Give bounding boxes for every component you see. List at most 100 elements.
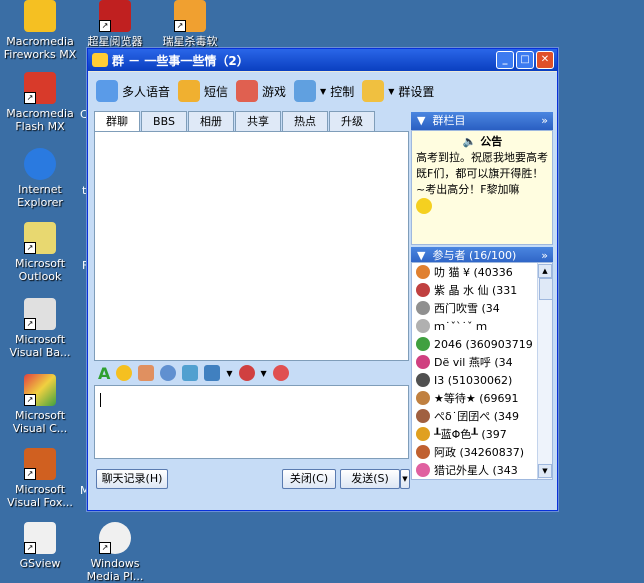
member-name: ★等待★ (69691 [434,392,519,405]
desktop-icon-vb[interactable]: ↗ Microsoft Visual Ba... [2,298,78,359]
desktop-icon-label: Microsoft Visual Ba... [9,333,71,359]
desktop-icon-label: Microsoft Visual C... [12,409,68,435]
member-row[interactable]: 西门吹雪 (34 [412,299,552,317]
close-button[interactable]: ✕ [536,51,554,69]
control-button[interactable]: ▼ 控制 [294,80,354,102]
shake-icon[interactable] [272,365,289,381]
desktop-icon-label: GSview [19,557,61,570]
foxpro-icon: ↗ [24,448,56,480]
voice-chat-button[interactable]: 多人语音 [96,80,170,102]
internet-explorer-icon [24,148,56,180]
flash-icon: ↗ [24,72,56,104]
desktop-icon-label: Microsoft Outlook [14,257,66,283]
sms-button[interactable]: 短信 [178,80,228,102]
maximize-button[interactable]: □ [516,51,534,69]
member-row[interactable]: ぺδ˙囝囝ぺ (349 [412,407,552,425]
member-name: ｍ˙ˇˋ˙ˇ ｍ [434,320,487,333]
toolbar: 多人语音 短信 游戏 ▼ 控制 ▼ 群设置 [88,72,557,110]
member-name: 叻 猫 ¥ (40336 [434,266,513,279]
desktop-icon-flash[interactable]: ↗ Macromedia Flash MX [2,72,78,133]
fireworks-icon [24,0,56,32]
desktop-icon-label: Windows Media Pl... [86,557,144,583]
member-name: 西门吹雪 (34 [434,302,500,315]
tool-label: 多人语音 [122,84,171,99]
group-panel-header[interactable]: ▼ 群栏目» [411,112,553,130]
desktop-icon-fireworks[interactable]: Macromedia Fireworks MX [2,0,78,61]
member-row[interactable]: Dë vil 燕呼 (34 [412,353,552,371]
close-chat-button[interactable]: 关闭(C) [282,469,336,489]
scroll-up-icon[interactable]: ▲ [538,264,552,278]
avatar-icon [416,319,430,333]
member-scrollbar[interactable]: ▲ ▼ [537,263,552,479]
tab-album[interactable]: 相册 [188,111,234,131]
desktop-icon-media-player[interactable]: ↗ Windows Media Pl... [77,522,153,583]
users-icon[interactable] [138,365,155,381]
member-name: I3 (51030062) [434,373,513,387]
member-row[interactable]: 绿影 (34.. [412,479,552,480]
chat-history-button[interactable]: 聊天记录(H) [96,469,168,489]
avatar-icon [416,463,430,477]
notice-title: 公告 [480,135,503,148]
member-row[interactable]: I3 (51030062) [412,371,552,389]
font-icon[interactable]: A [98,364,110,383]
scroll-thumb[interactable] [539,278,552,300]
avatar-icon [416,409,430,423]
avatar-icon [416,373,430,387]
users-icon [362,80,385,102]
tab-hot[interactable]: 热点 [282,111,328,131]
tool-label: 群设置 [398,84,435,99]
member-row[interactable]: 2046 (360903719 [412,335,552,353]
member-row[interactable]: ★等待★ (69691 [412,389,552,407]
window-title: 群 － 一些事一些情（2） [112,53,249,68]
member-row[interactable]: ｍ˙ˇˋ˙ˇ ｍ [412,317,552,335]
avatar-icon [416,355,430,369]
desktop-icon-gsview[interactable]: ↗ GSview [2,522,78,570]
block-icon[interactable] [238,365,255,381]
group-chat-window: 群 － 一些事一些情（2） _ □ ✕ 多人语音 短信 游戏 ▼ 控制 ▼ 群设置 … [87,48,558,511]
member-name: ぺδ˙囝囝ぺ (349 [434,410,520,423]
minimize-button[interactable]: _ [496,51,514,69]
desktop-icon-label: 超星阅览器 [87,35,143,48]
member-name: 紫 晶 水 仙 (331 [434,284,518,297]
gsview-icon: ↗ [24,522,56,554]
desktop-icon-outlook[interactable]: ↗ Microsoft Outlook [2,222,78,283]
desktop-icon-label: 瑞星杀毒软 [162,35,218,48]
tab-strip: 群聊 BBS 相册 共享 热点 升级 [94,111,408,132]
chaoxing-reader-icon: ↗ [99,0,131,32]
desktop-icon-chaoxing[interactable]: ↗ 超星阅览器 [77,0,153,48]
member-row[interactable]: 阿政 (34260837) [412,443,552,461]
avatar-icon [416,337,430,351]
tab-share[interactable]: 共享 [235,111,281,131]
title-bar[interactable]: 群 － 一些事一些情（2） _ □ ✕ [88,49,557,71]
member-row[interactable]: 叻 猫 ¥ (40336 [412,263,552,281]
chat-bubble-icon[interactable] [160,365,177,381]
phone-icon [178,80,201,102]
send-options-button[interactable]: ▼ [400,469,410,489]
visual-basic-icon: ↗ [24,298,56,330]
desktop-icon-rising[interactable]: ↗ 瑞星杀毒软 [152,0,228,48]
image-icon[interactable] [182,365,199,381]
desktop-icon-vc[interactable]: ↗ Microsoft Visual C... [2,374,78,435]
desktop-icon-ie[interactable]: Internet Explorer [2,148,78,209]
avatar-icon [416,445,430,459]
avatar-icon [416,283,430,297]
member-row[interactable]: 紫 晶 水 仙 (331 [412,281,552,299]
visual-c-icon: ↗ [24,374,56,406]
chat-history-area[interactable] [94,131,409,361]
tab-group-chat[interactable]: 群聊 [94,111,140,132]
member-row[interactable]: 猎记外星人 (343 [412,461,552,479]
group-settings-button[interactable]: ▼ 群设置 [362,80,434,102]
tab-upgrade[interactable]: 升级 [329,111,375,131]
tool-label: 游戏 [262,84,287,99]
member-row[interactable]: ┸蓝Φ色┸ (397 [412,425,552,443]
tab-bbs[interactable]: BBS [141,111,187,131]
desktop-icon-foxpro[interactable]: ↗ Microsoft Visual Fox... [2,448,78,509]
screenshot-icon[interactable] [204,365,221,381]
message-input[interactable] [94,385,409,459]
rising-antivirus-icon: ↗ [174,0,206,32]
games-button[interactable]: 游戏 [236,80,286,102]
emoticon-icon[interactable] [116,365,133,381]
send-button[interactable]: 发送(S) [340,469,400,489]
avatar-icon [416,265,430,279]
scroll-down-icon[interactable]: ▼ [538,464,552,478]
